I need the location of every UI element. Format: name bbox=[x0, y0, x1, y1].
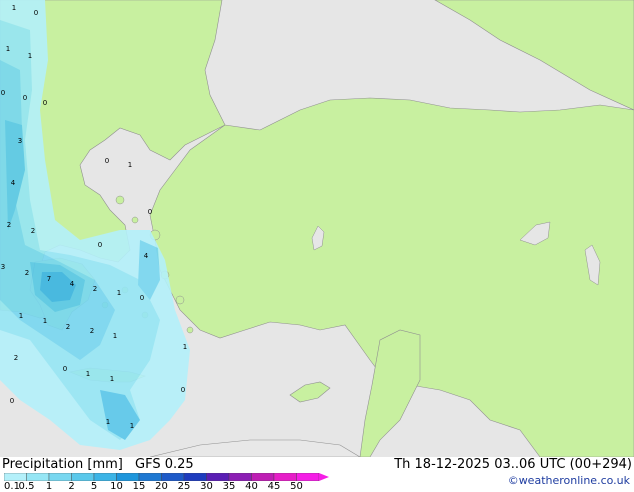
precip-value-label: 2 bbox=[93, 285, 97, 293]
legend-swatch bbox=[48, 473, 72, 481]
precip-value-label: 2 bbox=[66, 323, 70, 331]
legend-swatch bbox=[206, 473, 230, 481]
legend-swatch bbox=[93, 473, 117, 481]
map-title: Precipitation [mm] GFS 0.25 bbox=[2, 457, 194, 472]
precip-value-label: 2 bbox=[25, 269, 29, 277]
legend-arrow bbox=[319, 473, 329, 481]
legend-label: 20 bbox=[155, 481, 168, 492]
legend-swatch bbox=[26, 473, 50, 481]
legend-swatch bbox=[251, 473, 275, 481]
precip-value-label: 2 bbox=[90, 327, 94, 335]
precip-value-label: 1 bbox=[117, 289, 121, 297]
legend-label: 15 bbox=[132, 481, 146, 492]
legend-label: 5 bbox=[90, 481, 98, 492]
precip-value-label: 0 bbox=[10, 397, 14, 405]
precip-value-label: 1 bbox=[12, 4, 16, 12]
legend-label: 30 bbox=[200, 481, 213, 492]
precip-value-label: 3 bbox=[1, 263, 5, 271]
precip-value-label: 0 bbox=[105, 157, 109, 165]
legend-swatch bbox=[161, 473, 185, 481]
footer: Precipitation [mm] GFS 0.25 Th 18-12-202… bbox=[0, 457, 634, 492]
precip-value-label: 1 bbox=[28, 52, 32, 60]
precip-value-label: 0 bbox=[181, 386, 185, 394]
precip-value-label: 3 bbox=[18, 137, 22, 145]
legend-swatch bbox=[71, 473, 95, 481]
precip-value-label: 1 bbox=[106, 418, 110, 426]
precip-value-label: 0 bbox=[1, 89, 5, 97]
legend-label: 25 bbox=[177, 481, 191, 492]
legend-label: 0.5 bbox=[18, 481, 35, 492]
precip-value-label: 1 bbox=[86, 370, 90, 378]
precip-value-label: 2 bbox=[14, 354, 18, 362]
precip-value-label: 0 bbox=[63, 365, 67, 373]
legend-swatch bbox=[228, 473, 252, 481]
legend-swatch bbox=[183, 473, 207, 481]
precip-value-label: 1 bbox=[110, 375, 114, 383]
precip-value-label: 0 bbox=[140, 294, 144, 302]
legend-swatch bbox=[116, 473, 140, 481]
legend-label: 1 bbox=[45, 481, 53, 492]
precip-value-label: 2 bbox=[7, 221, 11, 229]
precip-value-label: 2 bbox=[31, 227, 35, 235]
precip-value-label: 1 bbox=[128, 161, 132, 169]
legend-swatch bbox=[138, 473, 162, 481]
precip-value-label: 1 bbox=[19, 312, 23, 320]
precip-value-label: 0 bbox=[34, 9, 38, 17]
title-text: Precipitation [mm] bbox=[2, 457, 123, 472]
legend-color-bar bbox=[4, 473, 329, 481]
precip-value-label: 1 bbox=[43, 317, 47, 325]
legend-swatch bbox=[273, 473, 297, 481]
precip-value-label: 7 bbox=[47, 275, 51, 283]
legend-label: 40 bbox=[245, 481, 258, 492]
precipitation-map: 1 0 1 1 0 0 0 3 0 1 4 0 2 2 0 4 3 2 7 4 2 1 0 1 1 2 2 1 1 2 0 1 1 0 0 1 1 bbox=[0, 0, 634, 457]
valid-datetime: Th 18-12-2025 03..06 UTC (00+294) bbox=[394, 457, 632, 472]
legend-label: 45 bbox=[267, 481, 281, 492]
legend-swatch bbox=[4, 473, 27, 481]
precip-value-label: 1 bbox=[130, 422, 134, 430]
precip-value-label: 4 bbox=[11, 179, 16, 187]
credit-link[interactable]: ©weatheronline.co.uk bbox=[508, 474, 630, 487]
precip-value-label: 1 bbox=[6, 45, 10, 53]
legend-label: 2 bbox=[68, 481, 75, 492]
model-name: GFS 0.25 bbox=[135, 457, 194, 472]
precip-value-label: 0 bbox=[23, 94, 27, 102]
legend-label: 10 bbox=[110, 481, 123, 492]
precip-value-label: 1 bbox=[113, 332, 117, 340]
precip-value-label: 0 bbox=[43, 99, 47, 107]
precip-value-label: 0 bbox=[98, 241, 102, 249]
legend-swatch bbox=[296, 473, 320, 481]
legend-label: 35 bbox=[222, 481, 236, 492]
precip-value-label: 4 bbox=[70, 280, 75, 288]
precip-value-label: 0 bbox=[148, 208, 152, 216]
legend-label: 50 bbox=[290, 481, 303, 492]
precip-value-label: 4 bbox=[144, 252, 149, 260]
precip-value-label: 1 bbox=[183, 343, 187, 351]
